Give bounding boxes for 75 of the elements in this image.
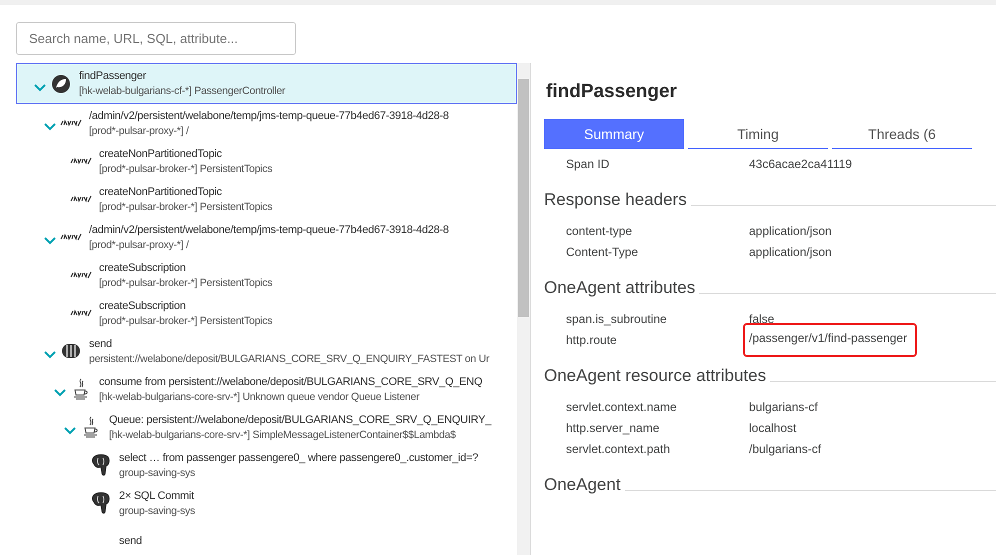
chevron-icon[interactable] xyxy=(44,237,56,245)
scrollbar[interactable] xyxy=(517,63,530,555)
chevron-icon[interactable] xyxy=(64,427,76,435)
span-name: consume from persistent://welabone/deposit/BULGARIANS_CORE_SRV_Q_ENQ xyxy=(99,374,482,388)
span-source: [prod*-pulsar-proxy-*] / xyxy=(89,238,190,252)
span-tree-item[interactable]: /admin/v2/persistent/welabone/temp/jms-temp-queue-77b4ed67-3918-4d28-8 [prod*-pulsar-proxy-*] / xyxy=(16,218,517,256)
elephant-icon xyxy=(91,492,111,514)
span-name: /admin/v2/persistent/welabone/temp/jms-temp-queue-77b4ed67-3918-4d28-8 xyxy=(89,108,449,122)
highlighted-attribute-value: /passenger/v1/find-passenger xyxy=(745,324,916,354)
chevron-icon[interactable] xyxy=(44,123,56,131)
queue-icon xyxy=(61,343,81,359)
span-source: [hk-welab-bulgarians-cf-*] PassengerController xyxy=(79,85,286,98)
search-field[interactable]: Search name, URL, SQL, attribute... xyxy=(16,22,296,55)
attribute-name: Content-Type xyxy=(566,244,640,258)
chevron-icon[interactable] xyxy=(44,351,56,359)
span-source: [hk-welab-bulgarians-core-srv-*] Unknown queue vendor Queue Listener xyxy=(99,390,420,404)
span-source: group-saving-sys xyxy=(119,504,195,518)
section-heading: OneAgent attributes xyxy=(544,278,696,298)
attribute-name: span.is_subroutine xyxy=(566,312,668,326)
leaf-logo-icon xyxy=(51,74,71,94)
span-name: select … from passenger passengere0_ where passengere0_.customer_id=? xyxy=(119,450,478,464)
attribute-name: Span ID xyxy=(566,156,610,170)
span-source: group-saving-sys xyxy=(119,466,196,480)
attribute-name: servlet.context.name xyxy=(566,400,678,414)
span-source: [prod*-pulsar-broker-*] PersistentTopics xyxy=(99,162,272,176)
chevron-icon[interactable] xyxy=(34,84,46,92)
attribute-value: bulgarians-cf xyxy=(749,400,818,414)
span-tree-item[interactable]: 2× SQL Commit group-saving-sys xyxy=(16,484,517,522)
span-source: [hk-welab-bulgarians-core-srv-*] SimpleMessageListenerContainer$$Lambda$ xyxy=(109,428,457,442)
attribute-value: 43c6acae2ca41119 xyxy=(749,156,852,170)
chevron-icon[interactable] xyxy=(54,389,66,397)
span-source: [prod*-pulsar-broker-*] PersistentTopics xyxy=(99,200,272,214)
section-heading: OneAgent resource attributes xyxy=(544,366,766,386)
span-name: createSubscription xyxy=(99,260,187,274)
attribute-name: http.route xyxy=(566,332,618,346)
span-name: createSubscription xyxy=(99,298,187,312)
span-tree-item[interactable]: createNonPartitionedTopic [prod*-pulsar-broker-*] PersistentTopics xyxy=(16,142,517,180)
attribute-name: content-type xyxy=(566,224,634,238)
span-tree-item[interactable]: send persistent://welabone/deposit/BULGARIANS_CORE_SRV_Q_ENQUIRY_FASTEST on Ur xyxy=(16,332,517,370)
span-name: createNonPartitionedTopic xyxy=(99,146,223,160)
detail-title: findPassenger xyxy=(546,81,678,103)
span-name: send xyxy=(89,336,113,350)
span-tree-item[interactable]: createSubscription [prod*-pulsar-broker-*] PersistentTopics xyxy=(16,256,517,294)
span-tree-item[interactable]: Queue: persistent://welabone/deposit/BULGARIANS_CORE_SRV_Q_ENQUIRY_ [hk-welab-bulgarians-core-srv-*] SimpleMessageListenerContainer$$Lambda$ xyxy=(16,408,517,446)
span-source: persistent://welabone/deposit/BULGARIANS_CORE_SRV_Q_ENQUIRY_FASTEST on Ur xyxy=(89,352,490,366)
span-name: 2× SQL Commit xyxy=(119,488,195,502)
span-tree-item[interactable]: createSubscription [prod*-pulsar-broker-*] PersistentTopics xyxy=(16,294,517,332)
span-tree-item[interactable]: select … from passenger passengere0_ where passengere0_.customer_id=? group-saving-sys xyxy=(16,446,517,484)
span-tree-item[interactable]: send xyxy=(16,522,517,555)
coffee-cup-icon xyxy=(73,378,89,400)
tab[interactable]: Summary xyxy=(544,119,684,149)
span-source: [prod*-pulsar-proxy-*] / xyxy=(89,124,190,138)
section-heading: OneAgent xyxy=(544,475,621,495)
attribute-name: http.server_name xyxy=(566,420,660,434)
elephant-icon xyxy=(91,454,111,476)
span-name: Queue: persistent://welabone/deposit/BULGARIANS_CORE_SRV_Q_ENQUIRY_ xyxy=(109,412,492,426)
span-name: send xyxy=(119,534,142,548)
span-name: findPassenger xyxy=(79,69,148,83)
scrollbar-thumb[interactable] xyxy=(518,79,529,317)
span-tree-item[interactable]: createNonPartitionedTopic [prod*-pulsar-broker-*] PersistentTopics xyxy=(16,180,517,218)
span-tree-item[interactable]: findPassenger [hk-welab-bulgarians-cf-*] PassengerController xyxy=(16,63,517,104)
attribute-name: servlet.context.path xyxy=(566,442,672,456)
span-name: createNonPartitionedTopic xyxy=(99,184,223,198)
span-name: /admin/v2/persistent/welabone/temp/jms-temp-queue-77b4ed67-3918-4d28-8 xyxy=(89,222,449,236)
attribute-value: /bulgarians-cf xyxy=(749,442,822,456)
attribute-value: localhost xyxy=(749,420,796,434)
attribute-value: application/json xyxy=(749,224,832,238)
attribute-value: application/json xyxy=(749,244,832,258)
coffee-cup-icon xyxy=(83,416,99,438)
attribute-value: false xyxy=(749,312,774,326)
span-tree-item[interactable]: /admin/v2/persistent/welabone/temp/jms-temp-queue-77b4ed67-3918-4d28-8 [prod*-pulsar-proxy-*] / xyxy=(16,104,517,142)
span-tree-item[interactable]: consume from persistent://welabone/deposit/BULGARIANS_CORE_SRV_Q_ENQ [hk-welab-bulgarians-core-srv-*] Unknown queue vendor Queue Listener xyxy=(16,370,517,408)
span-source: [prod*-pulsar-broker-*] PersistentTopics xyxy=(99,314,272,328)
section-heading: Response headers xyxy=(544,190,687,210)
span-source: [prod*-pulsar-broker-*] PersistentTopics xyxy=(99,276,272,290)
